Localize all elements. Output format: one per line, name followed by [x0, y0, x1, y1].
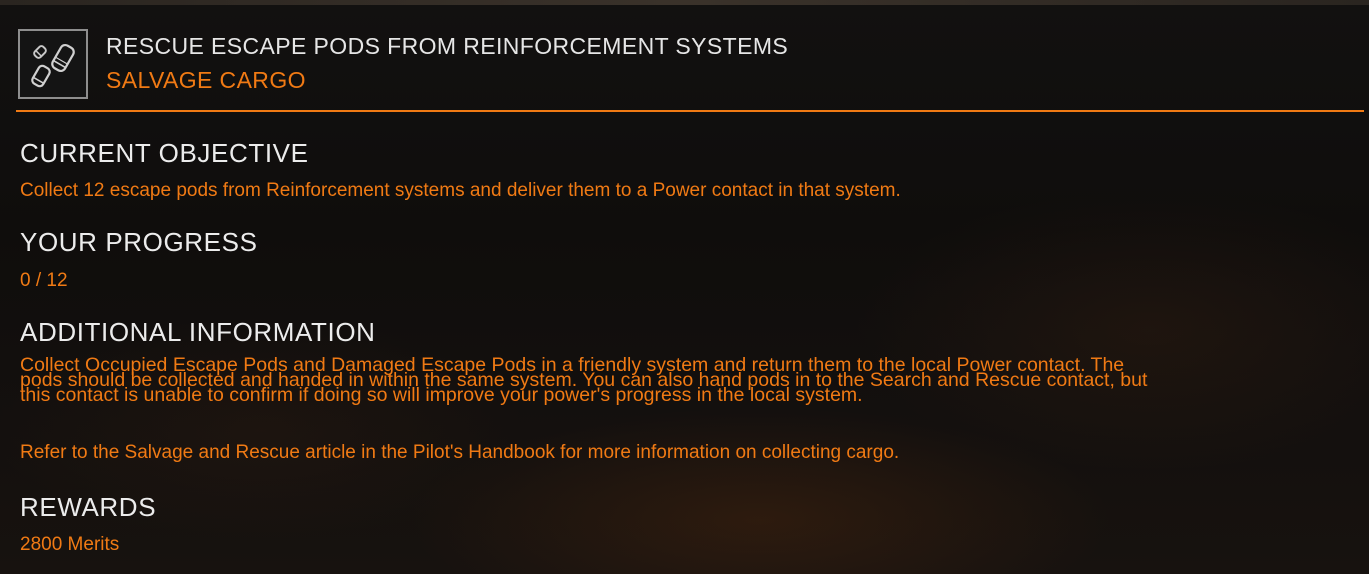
- additional-information-heading: ADDITIONAL INFORMATION: [20, 317, 376, 347]
- handbook-reference-text: Refer to the Salvage and Rescue article …: [20, 442, 900, 463]
- additional-information-line: this contact is unable to confirm if doi…: [20, 384, 863, 406]
- header-divider: [16, 110, 1364, 112]
- rewards-heading: REWARDS: [20, 492, 157, 522]
- your-progress-value: 0 / 12: [20, 270, 68, 291]
- escape-pods-icon: [18, 29, 88, 99]
- current-objective-text: Collect 12 escape pods from Reinforcemen…: [20, 180, 901, 201]
- mission-title: RESCUE ESCAPE PODS FROM REINFORCEMENT SY…: [106, 33, 789, 59]
- rewards-value: 2800 Merits: [20, 534, 120, 555]
- your-progress-heading: YOUR PROGRESS: [20, 227, 258, 257]
- current-objective-heading: CURRENT OBJECTIVE: [20, 138, 309, 168]
- mission-type: SALVAGE CARGO: [106, 67, 306, 93]
- mission-header: RESCUE ESCAPE PODS FROM REINFORCEMENT SY…: [0, 5, 1369, 110]
- additional-information-text: Collect Occupied Escape Pods and Damaged…: [20, 355, 1360, 406]
